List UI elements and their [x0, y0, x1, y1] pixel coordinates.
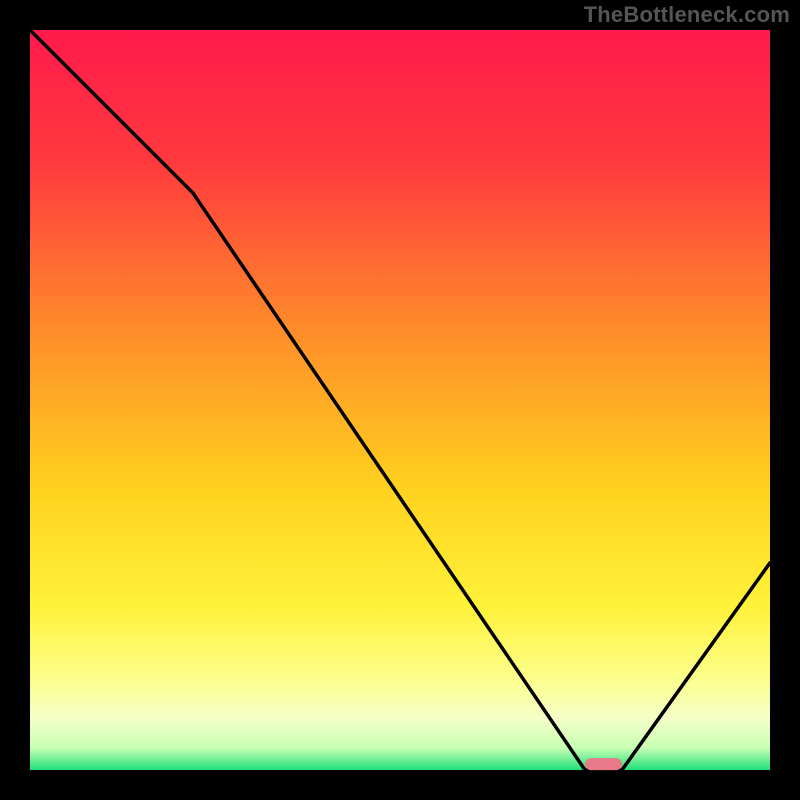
bottleneck-chart [0, 0, 800, 800]
optimal-marker [585, 758, 622, 770]
watermark-text: TheBottleneck.com [584, 2, 790, 28]
